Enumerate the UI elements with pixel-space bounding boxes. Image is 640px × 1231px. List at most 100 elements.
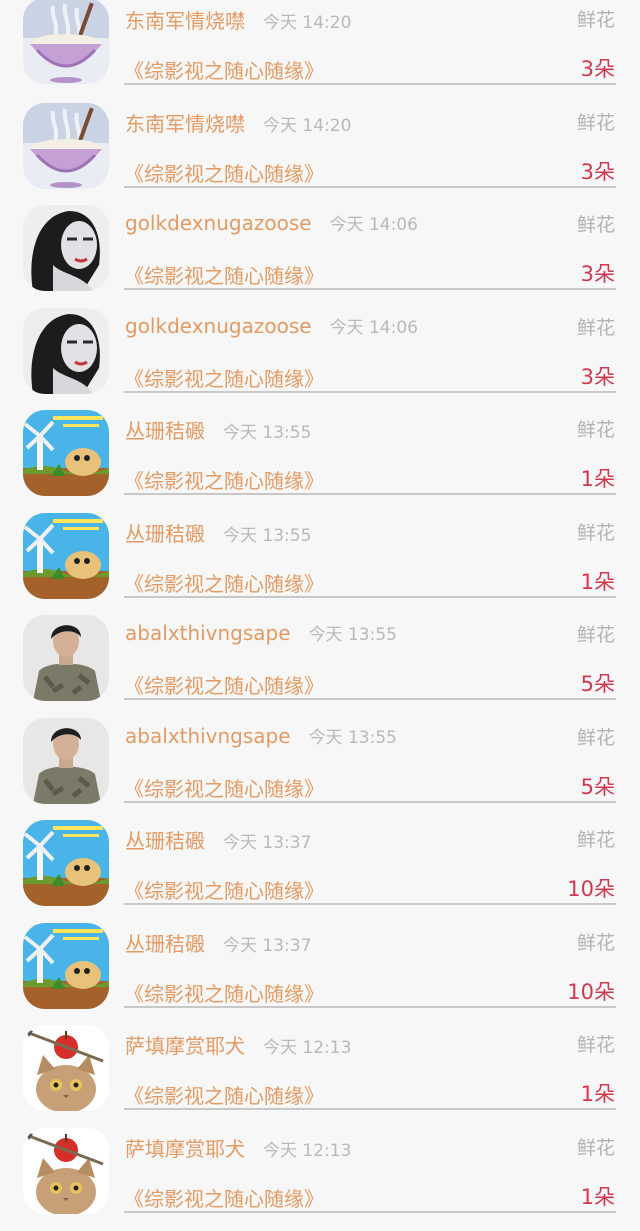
gift-timestamp: 今天 13:55	[223, 423, 312, 443]
gift-record-row[interactable]: abalxthivngsape 今天 13:55 鲜花《综影视之随心随缘》 5朵	[0, 615, 640, 718]
gift-record-row[interactable]: 丛珊秸磤 今天 13:55 鲜花《综影视之随心随缘》 1朵	[0, 512, 640, 616]
row-divider	[124, 185, 616, 188]
gift-record-row[interactable]: abalxthivngsape 今天 13:55 鲜花《综影视之随心随缘》 5朵	[0, 717, 640, 821]
gift-type-label: 鲜花	[576, 111, 615, 134]
gift-type-label: 鲜花	[576, 316, 615, 339]
gift-record-row[interactable]: 东南军情烧噤 今天 14:20 鲜花《综影视之随心随缘》 3朵	[0, 102, 640, 206]
gift-record-row[interactable]: 萨填摩赏耶犬 今天 12:13 鲜花《综影视之随心随缘》 1朵	[0, 1025, 640, 1128]
woman-portrait-avatar[interactable]	[23, 307, 109, 394]
sender-name-text: 东南军情烧噤	[125, 9, 245, 33]
gift-count: 3朵	[580, 57, 615, 81]
sender-name-text: 丛珊秸磤	[125, 419, 205, 443]
sender-name-text: 萨填摩赏耶犬	[125, 1136, 245, 1161]
gift-type-label: 鲜花	[576, 726, 615, 749]
book-title-link[interactable]: 《综影视之随心随缘》	[124, 568, 324, 597]
gift-count: 5朵	[580, 774, 615, 799]
woman-portrait-avatar[interactable]	[23, 205, 109, 291]
gift-type-label: 鲜花	[576, 419, 615, 441]
sender-name[interactable]: 萨填摩赏耶犬 今天 12:13	[125, 1030, 351, 1059]
sender-name[interactable]: 丛珊秸磤 今天 13:37	[125, 928, 311, 957]
sender-name-text: 丛珊秸磤	[125, 521, 205, 546]
gift-record-row[interactable]: golkdexnugazoose 今天 14:06 鲜花《综影视之随心随缘》 3朵	[0, 307, 640, 411]
sender-name[interactable]: abalxthivngsape 今天 13:55	[125, 620, 397, 645]
sender-name[interactable]: 萨填摩赏耶犬 今天 12:13	[125, 1133, 351, 1162]
sender-name-text: 丛珊秸磤	[125, 931, 205, 956]
gift-type-label: 鲜花	[576, 9, 615, 31]
book-title-link[interactable]: 《综影视之随心随缘》	[124, 363, 324, 392]
gift-type-label: 鲜花	[576, 931, 615, 954]
gift-record-row[interactable]: 东南军情烧噤 今天 14:20 鲜花《综影视之随心随缘》 3朵	[0, 0, 640, 103]
gift-timestamp: 今天 13:37	[223, 833, 312, 853]
book-title-link[interactable]: 《综影视之随心随缘》	[124, 875, 324, 904]
sender-name[interactable]: 东南军情烧噤 今天 14:20	[125, 5, 351, 34]
book-title-link[interactable]: 《综影视之随心随缘》	[124, 773, 324, 802]
gift-count: 10朵	[567, 877, 615, 901]
row-divider	[124, 903, 616, 905]
cat-apple-avatar[interactable]	[23, 1025, 109, 1111]
gift-type-label: 鲜花	[576, 829, 615, 851]
book-title-link[interactable]: 《综影视之随心随缘》	[124, 260, 324, 289]
gift-count: 5朵	[580, 672, 615, 696]
cartoon-field-avatar[interactable]	[23, 820, 109, 906]
sender-name[interactable]: golkdexnugazoose 今天 14:06	[125, 210, 418, 235]
gift-type-label: 鲜花	[576, 214, 615, 236]
gift-timestamp: 今天 12:13	[263, 1140, 352, 1161]
row-divider	[124, 1210, 616, 1213]
gift-type-label: 鲜花	[576, 521, 615, 544]
cartoon-field-avatar[interactable]	[23, 922, 109, 1009]
cartoon-field-avatar[interactable]	[23, 512, 109, 599]
gift-count: 3朵	[580, 262, 615, 286]
book-title-link[interactable]: 《综影视之随心随缘》	[124, 55, 324, 84]
gift-record-row[interactable]: 丛珊秸磤 今天 13:37 鲜花《综影视之随心随缘》 10朵	[0, 820, 640, 923]
book-title-link[interactable]: 《综影视之随心随缘》	[124, 465, 324, 494]
gift-count: 10朵	[567, 979, 615, 1004]
sender-name-text: abalxthivngsape	[125, 723, 291, 748]
gift-count: 1朵	[580, 467, 615, 491]
book-title-link[interactable]: 《综影视之随心随缘》	[124, 1183, 324, 1212]
sender-name[interactable]: 东南军情烧噤 今天 14:20	[125, 108, 351, 137]
man-portrait-avatar[interactable]	[23, 717, 109, 804]
gift-type-label: 鲜花	[576, 624, 615, 646]
sender-name[interactable]: 丛珊秸磤 今天 13:37	[125, 825, 311, 854]
sender-name[interactable]: 丛珊秸磤 今天 13:55	[125, 415, 311, 444]
gift-timestamp: 今天 14:20	[263, 13, 352, 33]
gift-timestamp: 今天 14:20	[263, 115, 352, 136]
book-title-link[interactable]: 《综影视之随心随缘》	[124, 158, 324, 187]
book-title-link[interactable]: 《综影视之随心随缘》	[124, 978, 324, 1007]
row-divider	[124, 800, 616, 803]
man-portrait-avatar[interactable]	[23, 615, 109, 701]
gift-timestamp: 今天 13:55	[308, 625, 397, 645]
sender-name-text: 东南军情烧噤	[125, 111, 245, 136]
cartoon-field-avatar[interactable]	[23, 410, 109, 496]
gift-count: 1朵	[580, 569, 615, 594]
noodle-bowl-avatar[interactable]	[23, 0, 109, 84]
row-divider	[124, 493, 616, 495]
gift-count: 1朵	[580, 1082, 615, 1106]
row-divider	[124, 698, 616, 700]
book-title-link[interactable]: 《综影视之随心随缘》	[124, 670, 324, 699]
gift-record-row[interactable]: 萨填摩赏耶犬 今天 12:13 鲜花《综影视之随心随缘》 1朵	[0, 1127, 640, 1231]
gift-record-row[interactable]: 丛珊秸磤 今天 13:37 鲜花《综影视之随心随缘》 10朵	[0, 922, 640, 1026]
gift-timestamp: 今天 12:13	[263, 1038, 352, 1058]
gift-record-row[interactable]: golkdexnugazoose 今天 14:06 鲜花《综影视之随心随缘》 3朵	[0, 205, 640, 308]
gift-count: 1朵	[580, 1184, 615, 1209]
gift-count: 3朵	[580, 159, 615, 184]
noodle-bowl-avatar[interactable]	[23, 102, 109, 189]
cat-apple-avatar[interactable]	[23, 1127, 109, 1214]
sender-name-text: 萨填摩赏耶犬	[125, 1034, 245, 1058]
gift-record-row[interactable]: 丛珊秸磤 今天 13:55 鲜花《综影视之随心随缘》 1朵	[0, 410, 640, 513]
row-divider	[124, 83, 616, 85]
book-title-link[interactable]: 《综影视之随心随缘》	[124, 1080, 324, 1109]
gift-type-label: 鲜花	[576, 1136, 615, 1159]
sender-name[interactable]: abalxthivngsape 今天 13:55	[125, 723, 397, 748]
gift-count: 3朵	[580, 364, 615, 389]
sender-name-text: 丛珊秸磤	[125, 829, 205, 853]
sender-name-text: golkdexnugazoose	[125, 211, 312, 235]
gift-type-label: 鲜花	[576, 1034, 615, 1056]
row-divider	[124, 1005, 616, 1008]
gift-timestamp: 今天 14:06	[329, 317, 418, 338]
sender-name[interactable]: 丛珊秸磤 今天 13:55	[125, 518, 311, 547]
gift-timestamp: 今天 13:55	[308, 727, 397, 748]
sender-name[interactable]: golkdexnugazoose 今天 14:06	[125, 313, 418, 338]
gift-timestamp: 今天 14:06	[329, 215, 418, 235]
